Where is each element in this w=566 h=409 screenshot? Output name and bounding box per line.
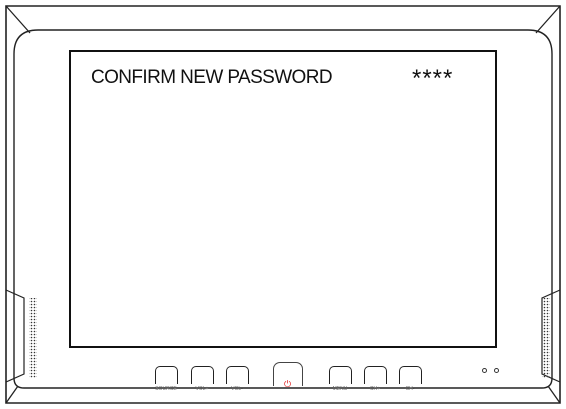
channel-up-button[interactable] bbox=[364, 366, 387, 384]
volume-down-button[interactable] bbox=[226, 366, 249, 384]
source-button-label: SOURCE bbox=[155, 386, 177, 392]
ir-sensor bbox=[482, 368, 487, 373]
source-button[interactable] bbox=[155, 366, 178, 384]
confirm-password-prompt: CONFIRM NEW PASSWORD bbox=[91, 67, 333, 88]
left-speaker-grille bbox=[29, 298, 37, 378]
power-icon: ⏻ bbox=[284, 380, 292, 390]
menu-button-label: MENU bbox=[332, 386, 348, 392]
volume-up-button[interactable] bbox=[191, 366, 214, 384]
menu-button[interactable] bbox=[329, 366, 352, 384]
monitor-outline bbox=[5, 5, 561, 404]
channel-down-button[interactable] bbox=[399, 366, 422, 384]
password-mask: **** bbox=[412, 65, 454, 92]
power-led bbox=[494, 368, 499, 373]
volume-up-button-label: VOL+ bbox=[195, 386, 209, 392]
monitor-diagram: CONFIRM NEW PASSWORD **** SOURCE VOL+ VO… bbox=[0, 0, 566, 409]
channel-up-button-label: CH+ bbox=[369, 386, 381, 392]
right-speaker-grille bbox=[542, 298, 550, 378]
channel-down-button-label: CH- bbox=[405, 386, 415, 392]
volume-down-button-label: VOL- bbox=[231, 386, 243, 392]
display-panel bbox=[69, 50, 497, 348]
